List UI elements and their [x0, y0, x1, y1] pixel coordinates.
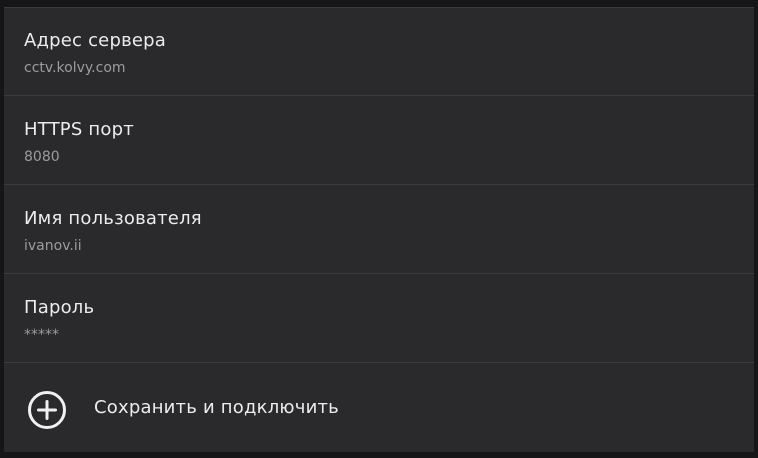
- username-value: ivanov.ii: [24, 238, 82, 254]
- https-port-label: HTTPS порт: [24, 119, 134, 140]
- add-circle-icon: [28, 391, 66, 429]
- password-label: Пароль: [24, 297, 95, 318]
- save-and-connect-label: Сохранить и подключить: [94, 397, 339, 418]
- settings-panel: Адрес сервера cctv.kolvy.com HTTPS порт …: [4, 7, 754, 453]
- username-item[interactable]: Имя пользователя ivanov.ii: [4, 186, 754, 274]
- https-port-item[interactable]: HTTPS порт 8080: [4, 97, 754, 185]
- server-address-item[interactable]: Адрес сервера cctv.kolvy.com: [4, 8, 754, 96]
- save-and-connect-button[interactable]: Сохранить и подключить: [4, 364, 754, 453]
- password-value: *****: [24, 327, 59, 343]
- username-label: Имя пользователя: [24, 208, 202, 229]
- https-port-value: 8080: [24, 149, 60, 165]
- password-item[interactable]: Пароль *****: [4, 275, 754, 363]
- server-address-value: cctv.kolvy.com: [24, 60, 126, 76]
- bottom-edge: [0, 452, 758, 458]
- server-address-label: Адрес сервера: [24, 30, 167, 51]
- app-window: Адрес сервера cctv.kolvy.com HTTPS порт …: [0, 0, 758, 458]
